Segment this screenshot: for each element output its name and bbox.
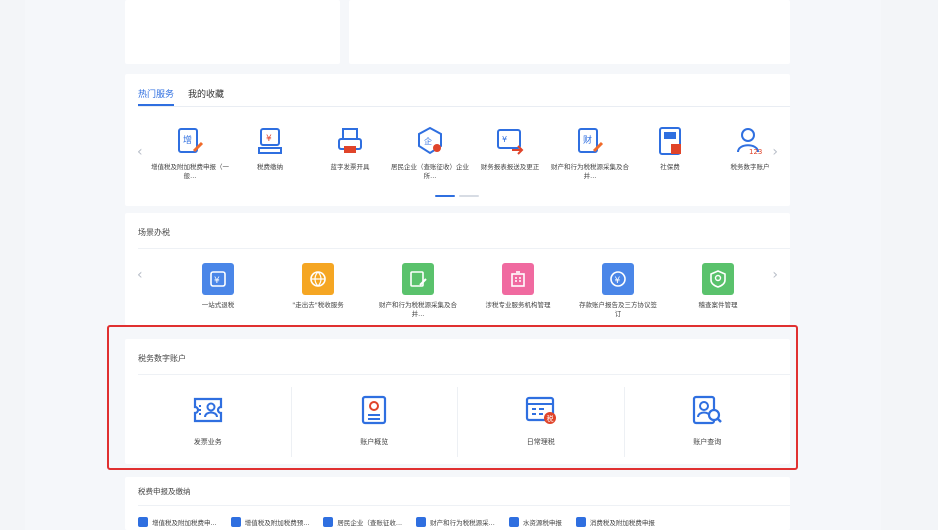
tax-link-label: 水资源税申报 [522,519,562,527]
tab-hot-services[interactable]: 热门服务 [138,87,175,106]
digital-account-icon: 123 [734,125,766,157]
carousel-dot[interactable] [459,195,479,197]
hot-item-digital-account[interactable]: 123 税务数字账户 [710,125,790,181]
hot-item-label: 社保费 [660,163,680,171]
document-icon [508,517,519,527]
svg-text:¥: ¥ [502,135,507,144]
property-tax-icon: 财 [574,125,606,157]
scene-item-label: 稽查案件管理 [698,301,738,309]
svg-text:¥: ¥ [214,276,220,286]
document-icon [230,517,241,527]
scene-prev-arrow[interactable]: ‹ [137,267,143,283]
svg-text:123: 123 [749,148,762,156]
hot-item-label: 财产和行为税税源采集及合并... [551,163,629,180]
service-tabs: 热门服务 我的收藏 [138,87,224,106]
scene-tax-panel: 场景办税 ‹ › ¥ 一站式退税 "走出去"税收服务 财产和行为税税源采集及合并… [125,213,790,325]
svg-text:¥: ¥ [615,276,621,286]
hot-item-property-tax[interactable]: 财 财产和行为税税源采集及合并... [550,125,630,181]
tax-link-label: 增值税及附加税费申... [152,519,217,527]
tax-links-row: 增值税及附加税费申... 增值税及附加税费预... 居民企业（查账征收... 财… [138,517,661,527]
scene-divider [138,248,790,249]
hot-item-tax-payment[interactable]: ¥ 税费缴纳 [230,125,310,181]
scene-item-case[interactable]: 稽查案件管理 [668,263,768,319]
tax-link-label: 财产和行为税税源采... [430,519,495,527]
refund-icon: ¥ [202,263,234,295]
hot-item-invoice-issue[interactable]: 蓝字发票开具 [310,125,390,181]
scene-row: ¥ 一站式退税 "走出去"税收服务 财产和行为税税源采集及合并... 涉税专业服… [168,263,768,319]
bank-account-icon: ¥ [602,263,634,295]
scene-item-refund[interactable]: ¥ 一站式退税 [168,263,268,319]
social-security-icon [654,125,686,157]
hot-item-label: 税费缴纳 [257,163,283,171]
document-icon [416,517,427,527]
tax-declare-icon: 增 [174,125,206,157]
tax-link[interactable]: 增值税及附加税费预... [230,517,310,527]
scene-item-label: 存款账户报告及三方协议签订 [579,301,657,318]
hot-item-social-security[interactable]: 社保费 [630,125,710,181]
carousel-dot-active[interactable] [435,195,455,197]
tabs-divider [138,106,790,107]
tax-divider [138,505,790,506]
enterprise-tax-icon: 企 [414,125,446,157]
svg-text:财: 财 [583,134,592,146]
institution-icon [502,263,534,295]
top-left-card [125,0,340,64]
document-icon [138,517,148,527]
document-icon [575,517,586,527]
scene-item-label: 一站式退税 [201,301,235,309]
tax-link-label: 增值税及附加税费预... [244,519,310,527]
case-icon [702,263,734,295]
highlight-box [107,325,798,470]
scene-item-label: 财产和行为税税源采集及合并... [379,301,457,318]
hot-item-financial-report[interactable]: ¥ 财务报表报送及更正 [470,125,550,181]
tax-declaration-panel: 税费申报及缴纳 增值税及附加税费申... 增值税及附加税费预... 居民企业（查… [125,477,790,530]
hot-item-label: 增值税及附加税费申报（一般... [151,163,229,180]
scene-item-going-global[interactable]: "走出去"税收服务 [268,263,368,319]
tax-link[interactable]: 居民企业（查账征收... [323,517,402,527]
tax-section-title: 税费申报及缴纳 [138,487,191,496]
scene-item-label: 涉税专业服务机构管理 [485,301,551,309]
scene-item-label: "走出去"税收服务 [292,301,344,309]
financial-report-icon: ¥ [494,125,526,157]
tab-my-favorites[interactable]: 我的收藏 [188,87,224,106]
scene-item-property-collect[interactable]: 财产和行为税税源采集及合并... [368,263,468,319]
svg-text:增: 增 [183,134,192,146]
tax-link-label: 居民企业（查账征收... [337,519,403,527]
tax-payment-icon: ¥ [254,125,286,157]
document-icon [323,517,334,527]
top-right-card [349,0,790,64]
invoice-print-icon [334,125,366,157]
tax-link-label: 消费税及附加税费申报 [589,519,655,527]
hot-prev-arrow[interactable]: ‹ [137,144,143,160]
hot-item-label: 财务报表报送及更正 [480,163,540,171]
hot-item-label: 税务数字账户 [730,163,770,171]
tax-link[interactable]: 增值税及附加税费申... [138,517,217,527]
global-icon [302,263,334,295]
svg-text:¥: ¥ [266,134,272,144]
svg-text:企: 企 [424,136,432,146]
hot-item-enterprise-income[interactable]: 企 居民企业（查账征收）企业所... [390,125,470,181]
hot-item-label: 居民企业（查账征收）企业所... [391,163,469,180]
carousel-indicator [435,195,479,197]
scene-item-bank-account[interactable]: ¥ 存款账户报告及三方协议签订 [568,263,668,319]
property-collect-icon [402,263,434,295]
hot-services-row: 增 增值税及附加税费申报（一般... ¥ 税费缴纳 蓝字发票开具 企 居民企业（… [150,125,790,181]
hot-item-label: 蓝字发票开具 [330,163,370,171]
hot-item-vat-declare[interactable]: 增 增值税及附加税费申报（一般... [150,125,230,181]
hot-services-panel: 热门服务 我的收藏 ‹ › 增 增值税及附加税费申报（一般... ¥ 税费缴纳 … [125,74,790,206]
tax-link[interactable]: 水资源税申报 [508,517,562,527]
scene-next-arrow[interactable]: › [772,267,778,283]
tax-link[interactable]: 财产和行为税税源采... [416,517,495,527]
scene-item-institution[interactable]: 涉税专业服务机构管理 [468,263,568,319]
tax-link[interactable]: 消费税及附加税费申报 [575,517,655,527]
scene-section-title: 场景办税 [138,228,170,237]
